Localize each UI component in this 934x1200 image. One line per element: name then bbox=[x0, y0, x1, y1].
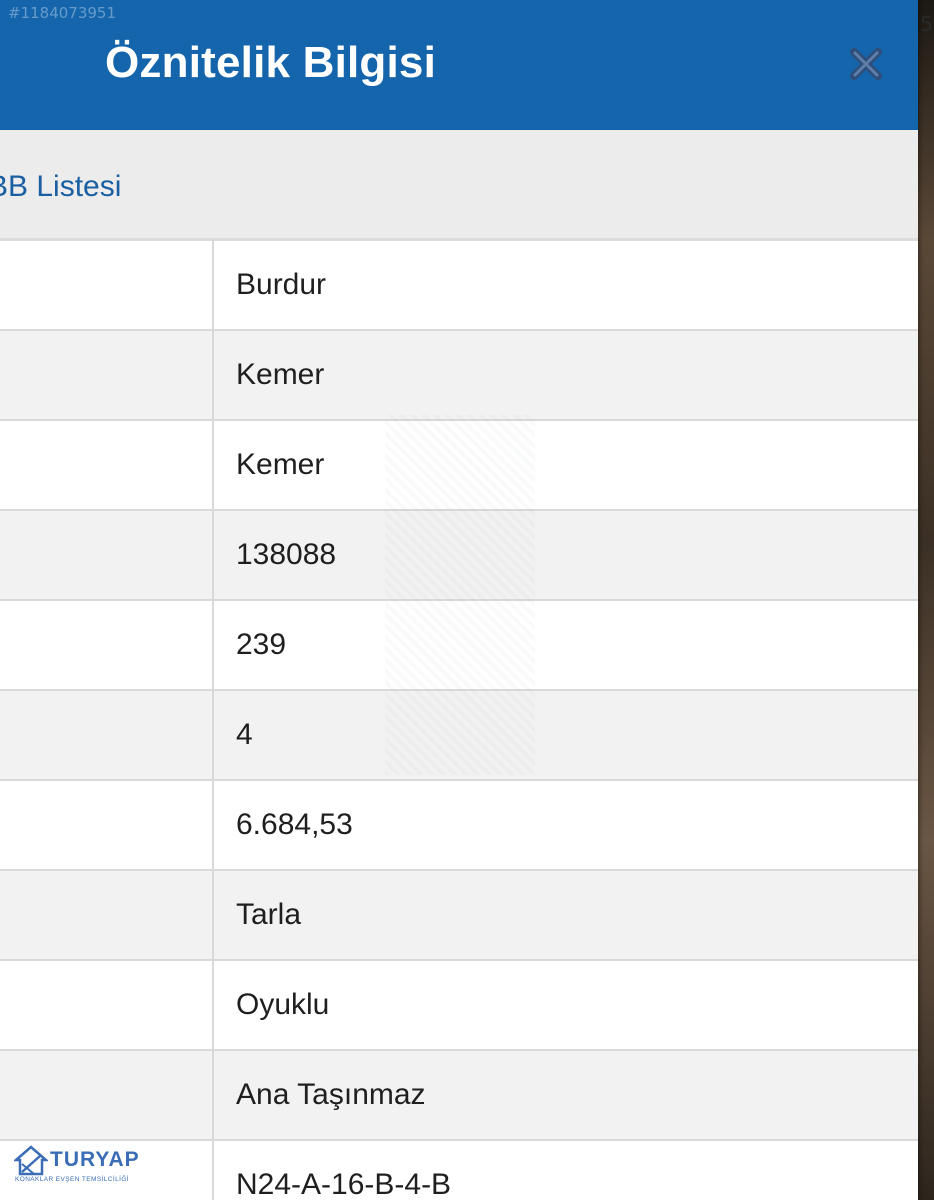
attribute-value-cell: 239 bbox=[236, 628, 287, 661]
bb-list-link[interactable]: BB Listesi bbox=[0, 170, 121, 204]
table-row: Kemer bbox=[0, 421, 918, 511]
table-row: 239 bbox=[0, 601, 918, 691]
house-logo-icon bbox=[14, 1145, 48, 1176]
attribute-info-panel: #1184073951 Öznitelik Bilgisi BB Listesi… bbox=[0, 0, 918, 1200]
logo-name: TURYAP bbox=[50, 1148, 140, 1171]
panel-header: #1184073951 Öznitelik Bilgisi bbox=[0, 0, 918, 130]
turyap-logo: TURYAP KONAKLAR EVŞEN TEMSİLCİLİĞİ bbox=[14, 1142, 154, 1188]
attribute-value-cell: Burdur bbox=[236, 268, 327, 301]
attribute-name-cell bbox=[0, 781, 214, 869]
attribute-name-cell bbox=[0, 421, 214, 509]
attribute-value-cell: Kemer bbox=[236, 358, 325, 391]
logo-subtitle: KONAKLAR EVŞEN TEMSİLCİLİĞİ bbox=[15, 1176, 129, 1183]
attribute-name-cell bbox=[0, 961, 214, 1049]
attribute-name-cell bbox=[0, 871, 214, 959]
attribute-name-cell bbox=[0, 241, 214, 329]
table-row: Tarla bbox=[0, 871, 918, 961]
attribute-value-cell: 6.684,53 bbox=[236, 808, 353, 841]
close-icon bbox=[850, 48, 882, 80]
panel-title: Öznitelik Bilgisi bbox=[105, 38, 437, 87]
table-row: Ana Taşınmaz bbox=[0, 1051, 918, 1141]
listing-id-watermark: #1184073951 bbox=[8, 4, 117, 22]
attribute-value-cell: Tarla bbox=[236, 898, 302, 931]
sub-toolbar: BB Listesi bbox=[0, 130, 918, 241]
table-row: Burdur bbox=[0, 241, 918, 331]
attribute-name-cell bbox=[0, 691, 214, 779]
table-row: Oyuklu bbox=[0, 961, 918, 1051]
table-row: 4 bbox=[0, 691, 918, 781]
attribute-value-cell: Oyuklu bbox=[236, 988, 330, 1021]
attribute-name-cell bbox=[0, 601, 214, 689]
table-row: 6.684,53 bbox=[0, 781, 918, 871]
attribute-value-cell: 138088 bbox=[236, 538, 337, 571]
close-button[interactable] bbox=[846, 44, 886, 84]
attribute-value-cell: Kemer bbox=[236, 448, 325, 481]
attribute-name-cell bbox=[0, 511, 214, 599]
attribute-table: Burdur Kemer Kemer 138088 239 4 6.684,53 Tarla O… bbox=[0, 241, 918, 1200]
attribute-value-cell: N24-A-16-B-4-B bbox=[236, 1168, 452, 1200]
attribute-value-cell: 4 bbox=[236, 718, 253, 751]
table-row: Kemer bbox=[0, 331, 918, 421]
attribute-name-cell bbox=[0, 1051, 214, 1139]
attribute-value-cell: Ana Taşınmaz bbox=[236, 1078, 426, 1111]
attribute-name-cell bbox=[0, 331, 214, 419]
map-edge-text: 5 bbox=[920, 12, 933, 36]
table-row: 138088 bbox=[0, 511, 918, 601]
map-background-strip: 5 bbox=[918, 0, 934, 1200]
